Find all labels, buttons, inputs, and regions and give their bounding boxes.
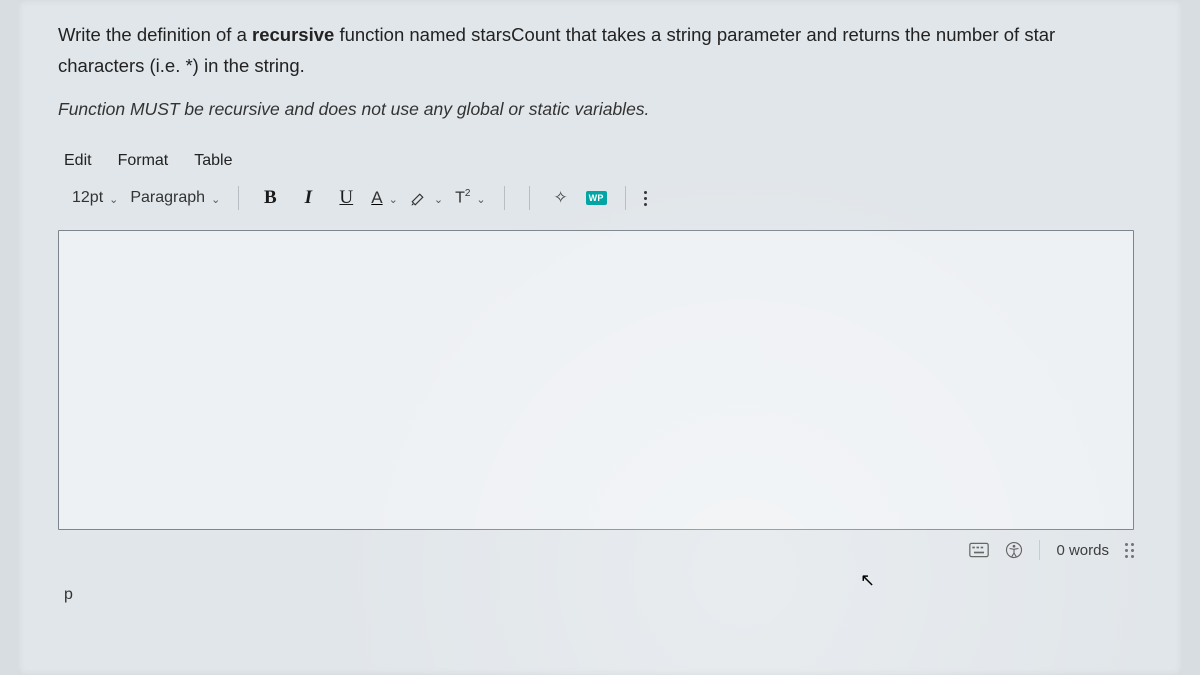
- chevron-down-icon: ⌄: [389, 193, 398, 206]
- textcolor-dropdown[interactable]: A ⌄: [371, 188, 398, 208]
- q-line2: characters (i.e. *) in the string.: [58, 55, 305, 76]
- chevron-down-icon: ⌄: [476, 193, 485, 206]
- superscript-dropdown[interactable]: T2 ⌄: [455, 188, 486, 207]
- superscript-icon: T2: [455, 188, 470, 207]
- toolbar-separator: [529, 186, 530, 210]
- more-tools-button[interactable]: [644, 191, 647, 206]
- toolbar-separator: [625, 186, 626, 210]
- editor-toolbar: 12pt ⌄ Paragraph ⌄ B I U A ⌄ ⌄: [50, 180, 1142, 220]
- editor-textarea[interactable]: [58, 230, 1134, 530]
- chevron-down-icon: ⌄: [434, 193, 443, 206]
- q-mid2: that takes a string parameter and return…: [561, 24, 936, 45]
- element-path[interactable]: p: [50, 568, 1142, 604]
- toolbar-separator: [504, 186, 505, 210]
- instruction-text: Function MUST be recursive and does not …: [58, 99, 1142, 120]
- q-mid1: function named: [334, 24, 471, 45]
- bold-button[interactable]: B: [257, 184, 283, 212]
- toolbar-separator: [238, 186, 239, 210]
- blocktype-label: Paragraph: [130, 189, 205, 207]
- fontsize-dropdown[interactable]: 12pt ⌄: [72, 189, 118, 207]
- q-pre: Write the definition of a: [58, 24, 252, 45]
- clear-formatting-button[interactable]: ✧: [548, 184, 574, 212]
- menu-edit[interactable]: Edit: [64, 152, 92, 170]
- italic-button[interactable]: I: [295, 184, 321, 212]
- highlight-dropdown[interactable]: ⌄: [410, 189, 443, 207]
- status-separator: [1039, 540, 1040, 560]
- editor-statusbar: 0 words: [50, 530, 1142, 568]
- chevron-down-icon: ⌄: [109, 193, 118, 206]
- q-recursive: recursive: [252, 24, 334, 45]
- textcolor-icon: A: [371, 188, 382, 208]
- question-text: Write the definition of a recursive func…: [58, 20, 1142, 81]
- resize-grip[interactable]: [1125, 543, 1134, 558]
- rich-text-editor: Edit Format Table 12pt ⌄ Paragraph ⌄ B I…: [50, 146, 1142, 604]
- menu-format[interactable]: Format: [118, 152, 169, 170]
- path-p: p: [64, 586, 73, 603]
- word-count: 0 words: [1056, 542, 1109, 559]
- fontsize-label: 12pt: [72, 189, 103, 207]
- chevron-down-icon: ⌄: [211, 193, 220, 206]
- keyboard-icon[interactable]: [969, 542, 989, 558]
- highlighter-icon: [410, 189, 428, 207]
- menu-table[interactable]: Table: [194, 152, 232, 170]
- q-fn: starsCount: [471, 24, 560, 45]
- accessibility-icon[interactable]: [1005, 541, 1023, 559]
- blocktype-dropdown[interactable]: Paragraph ⌄: [130, 189, 220, 207]
- q-numstar: number of star: [936, 24, 1055, 45]
- wp-badge[interactable]: WP: [586, 191, 607, 205]
- editor-menubar: Edit Format Table: [50, 146, 1142, 180]
- underline-button[interactable]: U: [333, 184, 359, 212]
